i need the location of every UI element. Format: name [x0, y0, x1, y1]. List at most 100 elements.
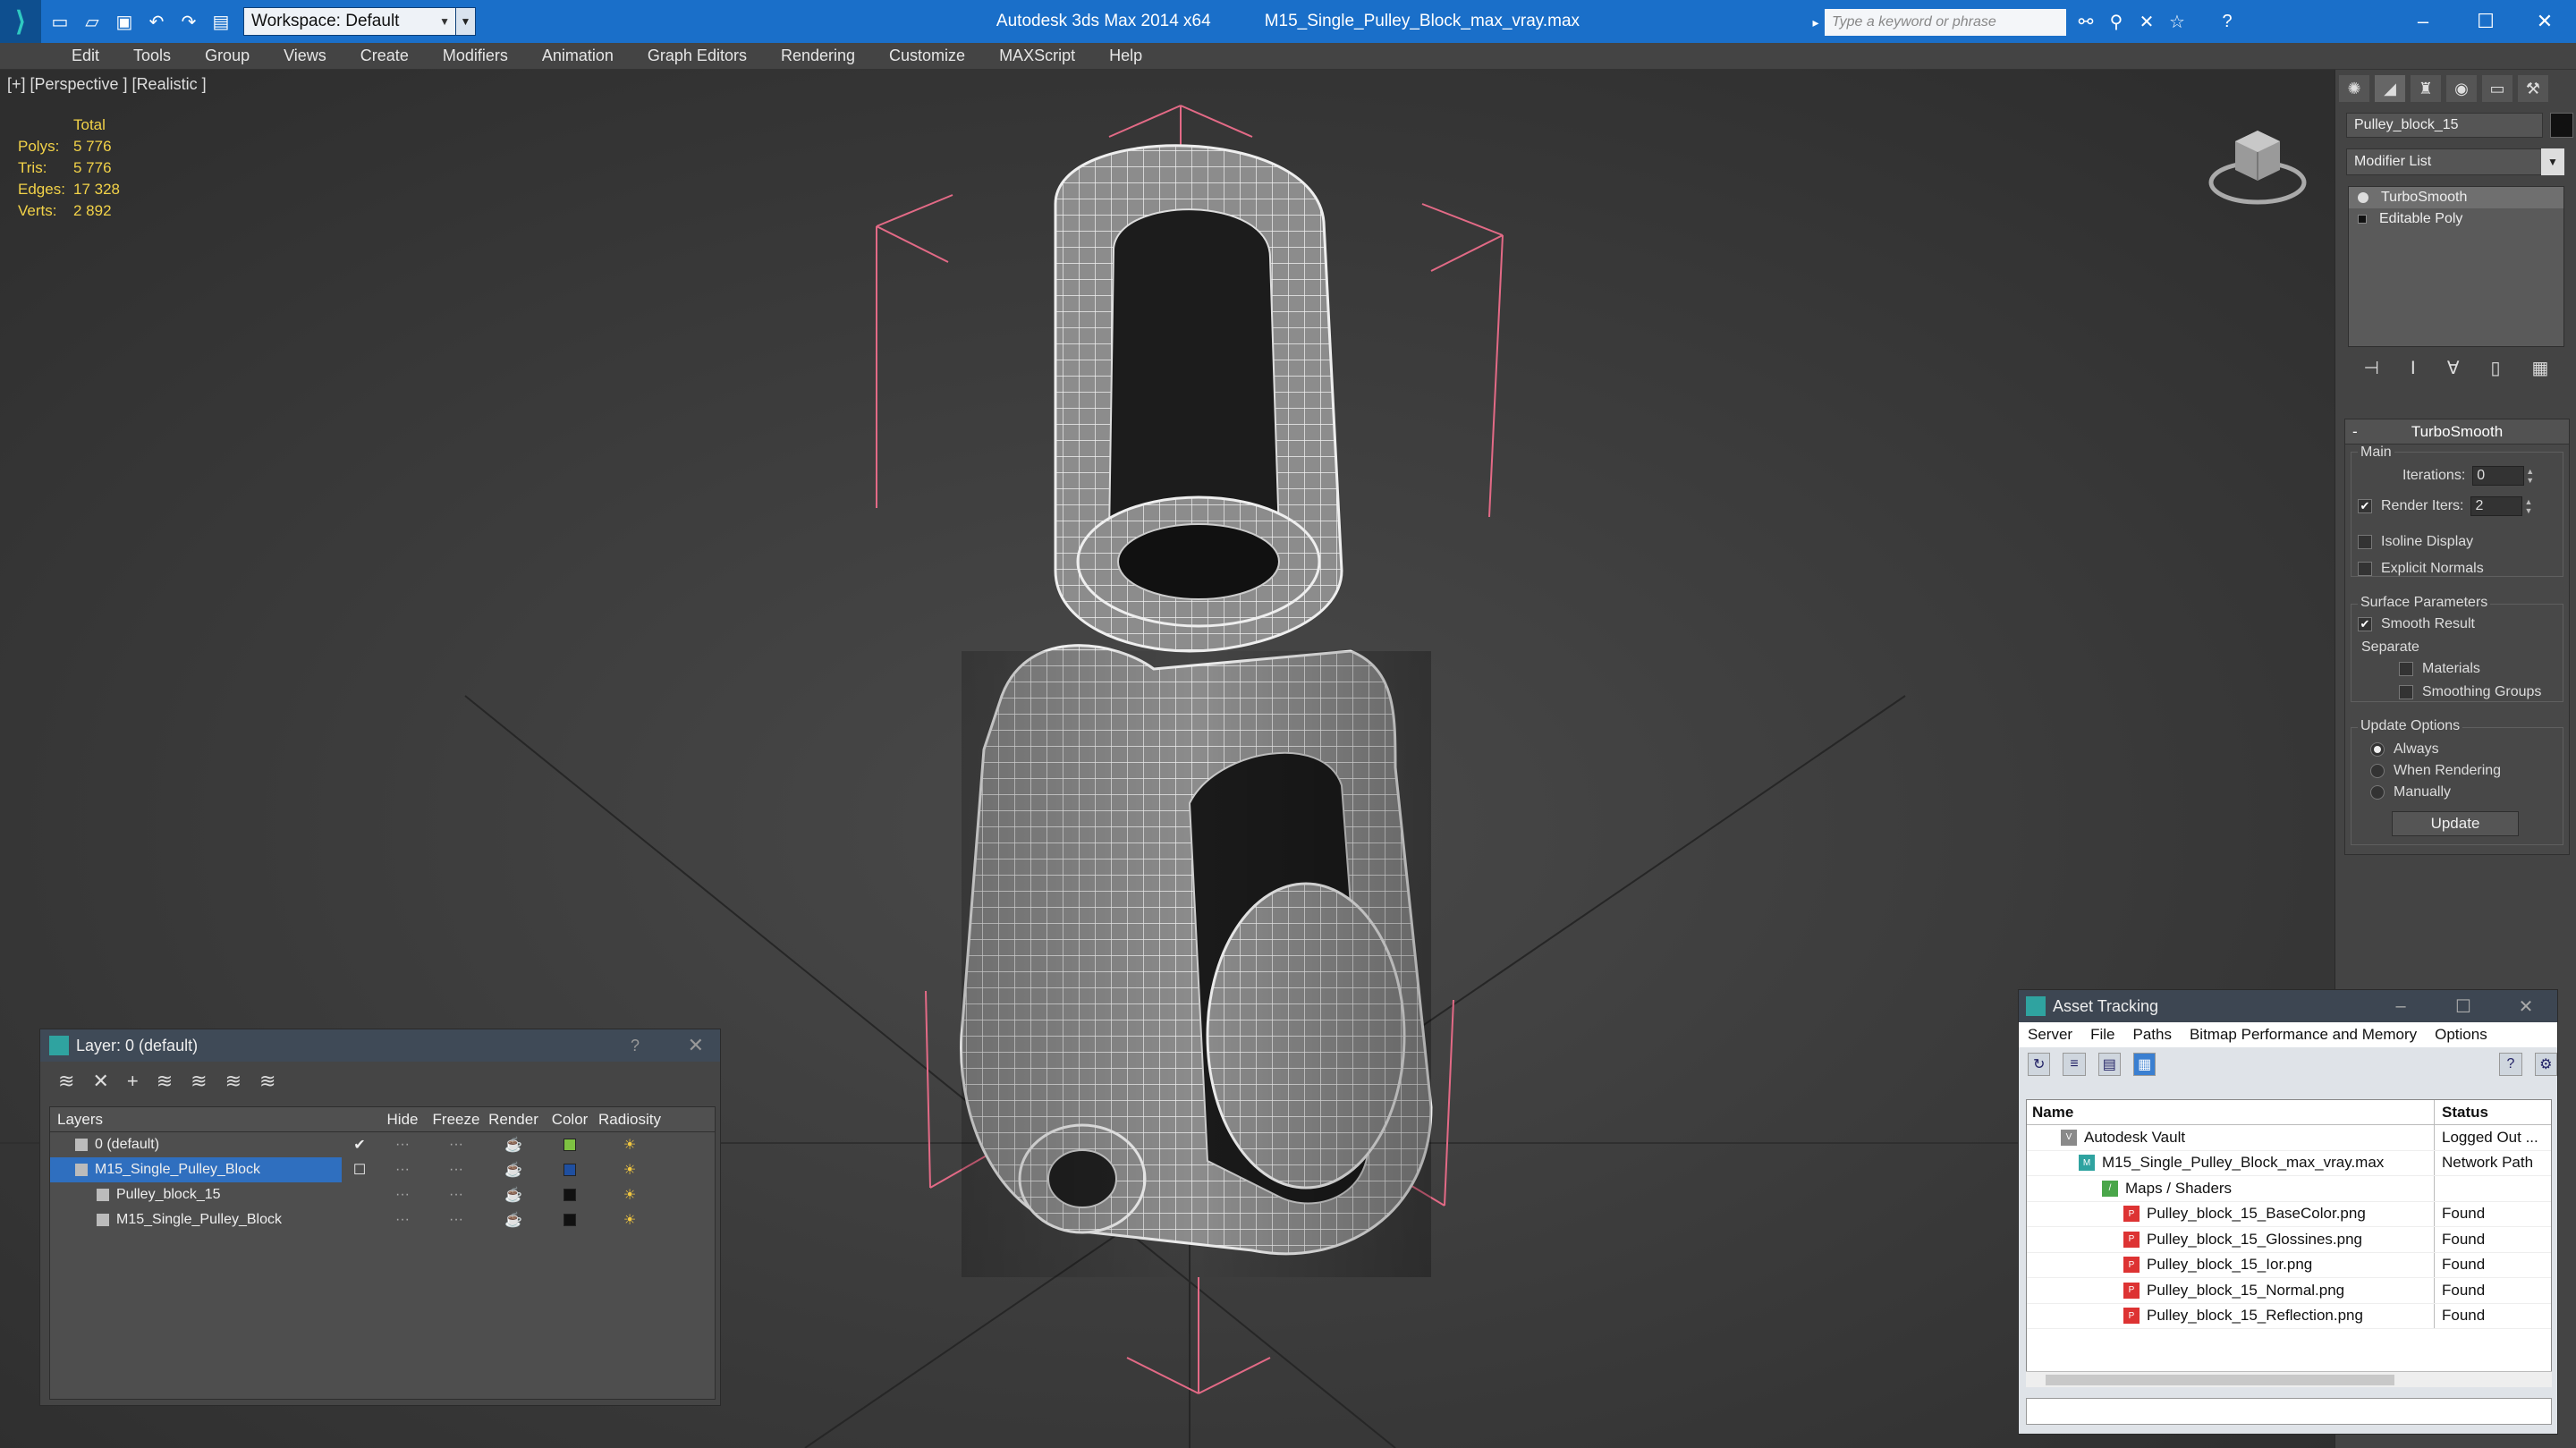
viewport-label[interactable]: [+] [Perspective ] [Realistic ]: [7, 75, 207, 94]
radiosity-light-icon[interactable]: ☀: [597, 1161, 662, 1179]
menu-options[interactable]: Options: [2426, 1026, 2496, 1044]
motion-tab-icon[interactable]: ◉: [2446, 75, 2477, 102]
search-expand-icon[interactable]: ▸: [1807, 9, 1825, 36]
expand-icon[interactable]: [2358, 215, 2367, 224]
hide-all-icon[interactable]: ≋: [225, 1070, 242, 1093]
col-freeze[interactable]: Freeze: [428, 1111, 485, 1129]
layer-row[interactable]: M15_Single_Pulley_Block ··· ··· ☕ ☀: [50, 1207, 715, 1232]
select-objects-icon[interactable]: ≋: [157, 1070, 173, 1093]
new-file-icon[interactable]: ▭: [47, 8, 73, 35]
isoline-checkbox[interactable]: [2358, 535, 2372, 549]
hide-toggle[interactable]: ···: [377, 1187, 428, 1203]
asset-row[interactable]: / Maps / Shaders: [2027, 1176, 2551, 1202]
menu-edit[interactable]: Edit: [0, 47, 116, 65]
workspace-dropdown[interactable]: Workspace: Default ▼: [243, 7, 456, 36]
layer-row[interactable]: Pulley_block_15 ··· ··· ☕ ☀: [50, 1182, 715, 1207]
asset-row[interactable]: P Pulley_block_15_Ior.png Found: [2027, 1252, 2551, 1278]
render-iters-spinner[interactable]: 2: [2470, 496, 2523, 516]
menu-help[interactable]: Help: [1092, 47, 1159, 65]
communication-icon[interactable]: ✕: [2134, 9, 2159, 34]
menu-rendering[interactable]: Rendering: [764, 47, 872, 65]
make-unique-icon[interactable]: ∀: [2447, 357, 2460, 379]
manually-radio[interactable]: [2370, 785, 2385, 800]
asset-row[interactable]: P Pulley_block_15_Reflection.png Found: [2027, 1303, 2551, 1329]
col-color[interactable]: Color: [542, 1111, 597, 1129]
menu-customize[interactable]: Customize: [872, 47, 982, 65]
close-button[interactable]: ✕: [2495, 990, 2557, 1022]
asset-row[interactable]: V Autodesk Vault Logged Out ...: [2027, 1125, 2551, 1151]
layer-dialog-titlebar[interactable]: Layer: 0 (default) ? ✕: [40, 1029, 720, 1062]
project-folder-icon[interactable]: ▤: [208, 8, 234, 35]
stack-item-turbosmooth[interactable]: TurboSmooth: [2349, 187, 2563, 208]
asset-row[interactable]: P Pulley_block_15_BaseColor.png Found: [2027, 1201, 2551, 1227]
display-tab-icon[interactable]: ▭: [2482, 75, 2512, 102]
menu-animation[interactable]: Animation: [525, 47, 631, 65]
iterations-spinner[interactable]: 0: [2472, 466, 2525, 486]
layer-color-swatch[interactable]: [564, 1189, 576, 1201]
open-file-icon[interactable]: ▱: [79, 8, 106, 35]
create-tab-icon[interactable]: ✺: [2339, 75, 2369, 102]
favorites-star-icon[interactable]: ☆: [2165, 9, 2190, 34]
menu-bitmap-performance[interactable]: Bitmap Performance and Memory: [2181, 1026, 2426, 1044]
update-button[interactable]: Update: [2392, 811, 2519, 836]
menu-create[interactable]: Create: [343, 47, 426, 65]
menu-modifiers[interactable]: Modifiers: [426, 47, 525, 65]
radiosity-light-icon[interactable]: ☀: [597, 1136, 662, 1154]
active-layer-check-icon[interactable]: ✔: [342, 1136, 377, 1154]
freeze-toggle[interactable]: ···: [428, 1137, 485, 1153]
delete-layer-icon[interactable]: ✕: [92, 1070, 108, 1093]
render-teapot-icon[interactable]: ☕: [485, 1136, 542, 1154]
active-layer-box-icon[interactable]: ☐: [342, 1161, 377, 1179]
layer-color-swatch[interactable]: [564, 1214, 576, 1226]
hide-toggle[interactable]: ···: [377, 1137, 428, 1153]
minimize-button[interactable]: –: [2392, 0, 2454, 43]
freeze-toggle[interactable]: ···: [428, 1162, 485, 1178]
freeze-toggle[interactable]: ···: [428, 1212, 485, 1228]
remove-modifier-icon[interactable]: ▯: [2491, 357, 2501, 379]
search-input[interactable]: Type a keyword or phrase: [1825, 9, 2066, 36]
pin-stack-icon[interactable]: ⊣: [2364, 357, 2379, 379]
freeze-toggle[interactable]: ···: [428, 1187, 485, 1203]
col-layers[interactable]: Layers: [50, 1107, 342, 1132]
configure-modifier-sets-icon[interactable]: ▦: [2532, 357, 2549, 379]
menu-group[interactable]: Group: [188, 47, 267, 65]
layer-row[interactable]: 0 (default) ✔ ··· ··· ☕ ☀: [50, 1132, 715, 1157]
freeze-all-icon[interactable]: ≋: [259, 1070, 275, 1093]
menu-paths[interactable]: Paths: [2123, 1026, 2180, 1044]
asset-row[interactable]: M M15_Single_Pulley_Block_max_vray.max Ne…: [2027, 1150, 2551, 1176]
col-name[interactable]: Name: [2027, 1100, 2435, 1124]
utilities-tab-icon[interactable]: ⚒: [2518, 75, 2548, 102]
maximize-button[interactable]: ☐: [2432, 990, 2495, 1022]
light-bulb-icon[interactable]: [2358, 192, 2368, 203]
menu-maxscript[interactable]: MAXScript: [982, 47, 1092, 65]
table-view-icon[interactable]: ▦: [2132, 1053, 2157, 1076]
detail-view-icon[interactable]: ▤: [2097, 1053, 2121, 1076]
render-teapot-icon[interactable]: ☕: [485, 1211, 542, 1229]
layer-row[interactable]: M15_Single_Pulley_Block ☐ ··· ··· ☕ ☀: [50, 1157, 715, 1182]
app-logo-icon[interactable]: ⟩: [0, 0, 41, 43]
menu-tools[interactable]: Tools: [116, 47, 188, 65]
close-icon[interactable]: ✕: [688, 1034, 704, 1057]
spinner-arrows-icon[interactable]: ▲ ▼: [2524, 496, 2535, 516]
subscription-icon[interactable]: ⚲: [2104, 9, 2129, 34]
when-rendering-radio[interactable]: [2370, 764, 2385, 778]
object-color-swatch[interactable]: [2550, 113, 2573, 138]
help-icon[interactable]: ?: [2215, 9, 2240, 34]
binoculars-icon[interactable]: ⚯: [2073, 9, 2098, 34]
render-iters-checkbox[interactable]: ✔: [2358, 499, 2372, 513]
smooth-result-checkbox[interactable]: ✔: [2358, 617, 2372, 631]
col-render[interactable]: Render: [485, 1111, 542, 1129]
col-radiosity[interactable]: Radiosity: [597, 1111, 662, 1129]
layer-color-swatch[interactable]: [564, 1139, 576, 1151]
rollout-header[interactable]: - TurboSmooth: [2345, 419, 2569, 445]
help-icon[interactable]: ?: [631, 1037, 640, 1055]
menu-graph-editors[interactable]: Graph Editors: [631, 47, 764, 65]
horizontal-scrollbar[interactable]: [2026, 1371, 2552, 1387]
add-to-layer-icon[interactable]: +: [127, 1070, 139, 1093]
menu-server[interactable]: Server: [2019, 1026, 2081, 1044]
asset-tracking-titlebar[interactable]: Asset Tracking – ☐ ✕: [2019, 990, 2557, 1022]
highlight-layer-icon[interactable]: ≋: [191, 1070, 207, 1093]
create-layer-icon[interactable]: ≋: [58, 1070, 74, 1093]
menu-file[interactable]: File: [2081, 1026, 2123, 1044]
hide-toggle[interactable]: ···: [377, 1162, 428, 1178]
